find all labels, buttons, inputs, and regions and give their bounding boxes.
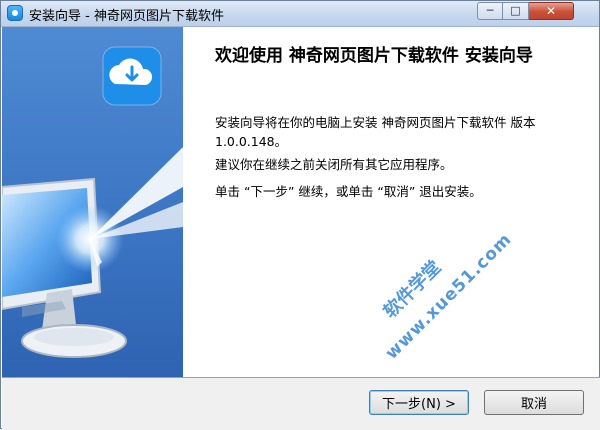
- installer-window: 安装向导 - 神奇网页图片下载软件 ─ □ ✕ 欢迎使用 神奇网页图片下载软件 …: [0, 0, 600, 430]
- minimize-button[interactable]: ─: [477, 2, 503, 20]
- maximize-button[interactable]: □: [503, 2, 529, 20]
- window-title: 安装向导 - 神奇网页图片下载软件: [29, 9, 224, 24]
- welcome-heading: 欢迎使用 神奇网页图片下载软件 安装向导: [215, 46, 533, 66]
- minimize-icon: ─: [486, 4, 494, 17]
- next-cancel-instructions: 单击 “下一步” 继续，或单击 “取消” 退出安装。: [215, 184, 482, 199]
- cancel-button[interactable]: 取消: [484, 390, 584, 415]
- cloud-download-icon: [102, 46, 162, 106]
- welcome-content: 欢迎使用 神奇网页图片下载软件 安装向导 安装向导将在你的电脑上安装 神奇网页图…: [183, 27, 599, 377]
- sidebar-illustration: [2, 27, 183, 377]
- close-icon: ✕: [545, 4, 557, 18]
- app-icon: [7, 5, 23, 21]
- close-apps-advice: 建议你在继续之前关闭所有其它应用程序。: [215, 157, 453, 172]
- install-description: 安装向导将在你的电脑上安装 神奇网页图片下载软件 版本 1.0.0.148。: [215, 115, 536, 149]
- wizard-sidebar-image: [2, 27, 183, 377]
- button-bar: 下一步(N) > 取消: [2, 377, 600, 430]
- title-bar[interactable]: 安装向导 - 神奇网页图片下载软件 ─ □ ✕: [1, 1, 599, 27]
- maximize-icon: □: [510, 4, 521, 17]
- next-button[interactable]: 下一步(N) >: [369, 390, 469, 415]
- close-button[interactable]: ✕: [529, 2, 574, 20]
